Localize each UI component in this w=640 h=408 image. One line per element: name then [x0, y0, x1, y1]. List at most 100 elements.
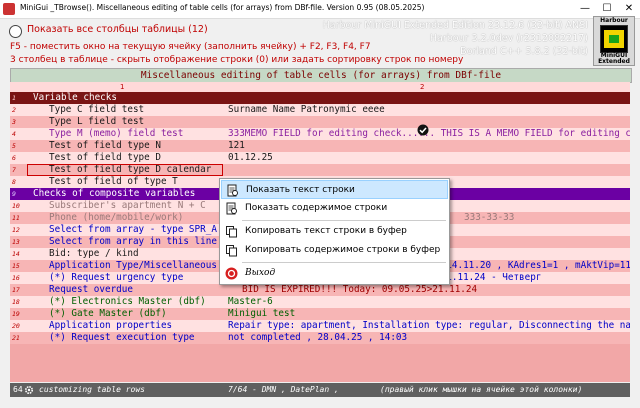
show-all-columns-radio[interactable] [9, 25, 22, 38]
table-row[interactable]: 1 Variable checks [10, 92, 630, 104]
row-number: 14 [12, 250, 20, 258]
row-number: 12 [12, 226, 20, 234]
row-number: 15 [12, 262, 20, 270]
table-row[interactable]: 2 Type C field test Surname Name Patrony… [10, 104, 630, 116]
menu-item-label: Копировать содержимое строки в буфер [245, 245, 441, 255]
hint-column3: 3 столбец в таблице - скрыть отображение… [10, 55, 464, 65]
row-number: 8 [12, 178, 16, 186]
row-caption[interactable]: Type L field test [27, 116, 223, 128]
menu-item-show-text[interactable]: Показать текст строки [221, 180, 448, 199]
row-caption[interactable]: (*) Request urgency type [27, 272, 223, 284]
menu-item-show-content[interactable]: Показать содержимое строки [221, 199, 448, 218]
table-row[interactable]: 20 Application properties Repair type: a… [10, 320, 630, 332]
row-number: 16 [12, 274, 20, 282]
row-value[interactable]: 121 [224, 140, 630, 152]
row-value[interactable]: Repair type: apartment, Installation typ… [224, 320, 630, 332]
row-caption[interactable]: Test of field type D [27, 152, 223, 164]
grid-title: Miscellaneous editing of table cells (fo… [140, 70, 502, 81]
show-all-columns-label[interactable]: Показать все столбцы таблицы (12) [27, 24, 208, 35]
row-caption[interactable]: Select from array - type SPR_A [27, 224, 223, 236]
row-number: 1 [12, 94, 16, 102]
row-number: 7 [12, 166, 16, 174]
column-header-2[interactable]: 2 [420, 82, 424, 92]
row-value[interactable]: 01.12.25 [224, 152, 630, 164]
version-line-1: Harbour MiniGUI Extended Edition 23.12.6… [322, 20, 588, 31]
row-caption[interactable]: (*) Gate Master (dbf) [27, 308, 223, 320]
table-row[interactable]: 6 Test of field type D 01.12.25 [10, 152, 630, 164]
menu-item-label: Выход [245, 268, 276, 278]
table-row[interactable]: 21 (*) Request execution type not comple… [10, 332, 630, 344]
row-number: 17 [12, 286, 20, 294]
row-value[interactable]: not completed , 28.04.25 , 14:03 [224, 332, 630, 344]
hint-f5: F5 - поместить окно на текущую ячейку (з… [10, 42, 371, 52]
logo-extended-text: Extended [598, 58, 630, 65]
menu-separator [242, 220, 446, 221]
row-number: 20 [12, 322, 20, 330]
table-row[interactable]: 5 Test of field type N 121 [10, 140, 630, 152]
status-mid-text: 7/64 - DMN , DatePlan , [228, 385, 339, 394]
row-caption[interactable]: Request overdue [27, 284, 223, 296]
table-row[interactable]: 4 Type M (memo) field test 333MEMO FIELD… [10, 128, 630, 140]
row-caption[interactable]: Test of field of type T [27, 176, 223, 188]
status-left-text[interactable]: customizing table rows [39, 383, 145, 397]
doc-content-icon [226, 202, 237, 215]
row-number: 11 [12, 214, 20, 222]
grid-header: 1 2 [10, 82, 630, 92]
row-value[interactable]: BID IS EXPIRED!!! Today: 09.05.25>21.11.… [224, 284, 630, 296]
logo-harbour-text: Harbour [600, 17, 628, 24]
minigui-logo: Harbour MiniGUI Extended [593, 16, 635, 66]
check-circle-icon [417, 124, 429, 136]
menu-separator [242, 262, 446, 263]
row-caption[interactable]: Type C field test [27, 104, 223, 116]
row-caption[interactable]: Type M (memo) field test [27, 128, 223, 140]
row-number: 13 [12, 238, 20, 246]
window-title: MiniGui _TBrowse(). Miscellaneous editin… [20, 3, 425, 12]
row-number: 2 [12, 106, 16, 114]
row-caption[interactable]: (*) Electronics Master (dbf) [27, 296, 223, 308]
table-row[interactable]: 17 Request overdue BID IS EXPIRED!!! Tod… [10, 284, 630, 296]
row-caption[interactable]: (*) Request execution type [27, 332, 223, 344]
grid-title-bar: Miscellaneous editing of table cells (fo… [10, 68, 632, 83]
row-number: 6 [12, 154, 16, 162]
version-line-3: Borland C++ 5.8.2 (32-bit) [460, 46, 588, 57]
row-caption[interactable]: Application Type/Miscellaneous [27, 260, 223, 272]
table-row[interactable]: 3 Type L field test [10, 116, 630, 128]
table-row[interactable]: 18 (*) Electronics Master (dbf) Master-6 [10, 296, 630, 308]
row-caption[interactable]: Test of field type D calendar [27, 164, 223, 176]
doc-text-icon [227, 184, 238, 197]
row-value[interactable]: Master-6 [224, 296, 630, 308]
menu-item-exit[interactable]: Выход [221, 264, 448, 283]
exit-icon [225, 267, 238, 280]
window-titlebar: MiniGui _TBrowse(). Miscellaneous editin… [0, 0, 640, 19]
table-row[interactable]: 19 (*) Gate Master (dbf) Minigui test [10, 308, 630, 320]
row-caption[interactable]: Select from array in this line [27, 236, 223, 248]
row-number: 18 [12, 298, 20, 306]
version-line-2: Harbour 3.2.0dev (r2312082217) [429, 33, 588, 44]
copy-content-icon [226, 245, 237, 257]
copy-text-icon [226, 226, 237, 238]
menu-item-copy-content[interactable]: Копировать содержимое строки в буфер [221, 241, 448, 260]
menu-item-copy-text[interactable]: Копировать текст строки в буфер [221, 222, 448, 241]
table-row-selected[interactable]: 7 Test of field type D calendar [10, 164, 630, 176]
row-number: 19 [12, 310, 20, 318]
row-caption[interactable]: Phone (home/mobile/work) [27, 212, 223, 224]
menu-item-label: Показать содержимое строки [245, 203, 388, 213]
row-caption[interactable]: Variable checks [27, 92, 223, 104]
row-caption[interactable]: Bid: type / kind [27, 248, 223, 260]
status-right-text: (правый клик мышки на ячейке этой колонк… [380, 385, 583, 394]
row-value[interactable]: Surname Name Patronymic eeee [224, 104, 630, 116]
row-count: 64 [13, 385, 23, 394]
row-number: 10 [12, 202, 20, 210]
context-menu: Показать текст строки Показать содержимо… [219, 178, 450, 285]
status-bar: 64 customizing table rows 7/64 - DMN , D… [10, 383, 630, 397]
row-caption[interactable]: Subscriber's apartment N + C [27, 200, 223, 212]
row-caption[interactable]: Checks of composite variables [27, 188, 223, 200]
row-caption[interactable]: Test of field type N [27, 140, 223, 152]
logo-mark [600, 25, 628, 53]
menu-item-label: Показать текст строки [246, 185, 355, 195]
row-value[interactable]: Minigui test [224, 308, 630, 320]
row-number: 9 [12, 190, 16, 198]
column-header-1[interactable]: 1 [120, 82, 124, 92]
row-caption[interactable]: Application properties [27, 320, 223, 332]
gear-icon[interactable] [24, 385, 34, 395]
